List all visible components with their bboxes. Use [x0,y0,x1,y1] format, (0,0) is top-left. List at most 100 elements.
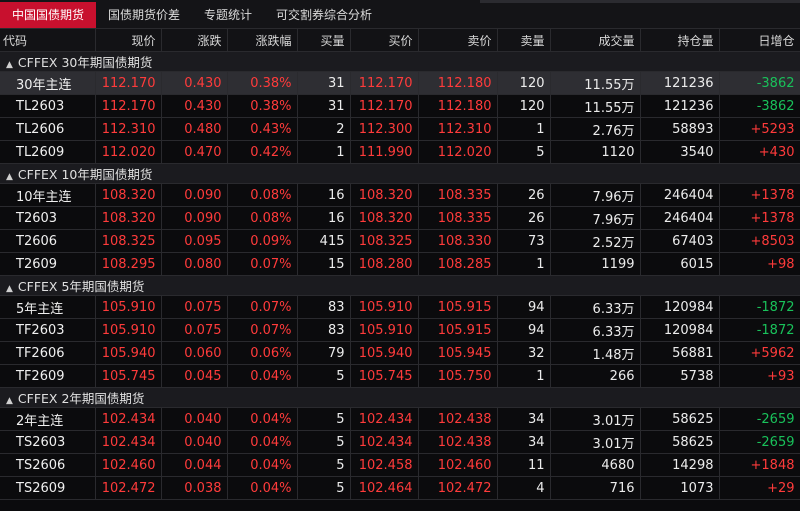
cell-open-interest: 3540 [640,140,720,164]
cell-open-interest: 246404 [640,183,720,207]
caret-up-icon[interactable]: ▲ [6,172,13,182]
cell-bid-volume: 79 [297,341,351,365]
col-header-change-pct[interactable]: 涨跌幅 [227,29,298,52]
cell-change: 0.430 [161,94,228,118]
cell-volume: 4680 [550,453,641,477]
tab-futures-spread[interactable]: 国债期货价差 [96,2,192,28]
col-header-volume[interactable]: 成交量 [550,29,641,52]
cell-change: 0.080 [161,252,228,276]
cell-bid-price: 111.990 [350,140,419,164]
group-title: CFFEX 5年期国债期货 [17,279,145,294]
col-header-oi-change[interactable]: 日增仓 [719,29,800,52]
cell-ask-price: 105.915 [418,318,498,342]
table-row[interactable]: 2年主连 102.434 0.040 0.04% 5 102.434 102.438 34 3.… [0,407,800,431]
cell-change-pct: 0.09% [227,229,298,253]
cell-oi-change: +430 [719,140,800,164]
tab-topic-stats[interactable]: 专题统计 [192,2,264,28]
col-header-price[interactable]: 现价 [95,29,162,52]
table-row[interactable]: T2609 108.295 0.080 0.07% 15 108.280 108.285 1 1… [0,252,800,276]
cell-change-pct: 0.04% [227,364,298,388]
group-header[interactable]: ▲ CFFEX 10年期国债期货 [0,163,800,184]
cell-change: 0.470 [161,140,228,164]
col-header-ask-price[interactable]: 卖价 [418,29,498,52]
cell-bid-volume: 83 [297,295,351,319]
cell-oi-change: +5962 [719,341,800,365]
cell-bid-price: 105.940 [350,341,419,365]
cell-ask-price: 105.750 [418,364,498,388]
cell-open-interest: 58625 [640,407,720,431]
table-row[interactable]: 5年主连 105.910 0.075 0.07% 83 105.910 105.915 94 6… [0,295,800,319]
cell-code: T2609 [0,252,96,276]
cell-bid-volume: 5 [297,453,351,477]
cell-price: 108.295 [95,252,162,276]
cell-volume: 1120 [550,140,641,164]
table-row[interactable]: T2603 108.320 0.090 0.08% 16 108.320 108.335 26… [0,206,800,230]
cell-price: 112.170 [95,94,162,118]
cell-code: TS2606 [0,453,96,477]
table-row[interactable]: T2606 108.325 0.095 0.09% 415 108.325 108.330 7… [0,229,800,253]
cell-ask-price: 108.335 [418,183,498,207]
cell-price: 112.310 [95,117,162,141]
table-row[interactable]: TF2606 105.940 0.060 0.06% 79 105.940 105.945 3… [0,341,800,365]
cell-bid-volume: 83 [297,318,351,342]
cell-change: 0.044 [161,453,228,477]
table-row[interactable]: 10年主连 108.320 0.090 0.08% 16 108.320 108.335 26… [0,183,800,207]
col-header-bid-price[interactable]: 买价 [350,29,419,52]
group-header[interactable]: ▲ CFFEX 30年期国债期货 [0,51,800,72]
cell-code: 10年主连 [0,183,96,207]
col-header-change[interactable]: 涨跌 [161,29,228,52]
caret-up-icon[interactable]: ▲ [6,60,13,70]
tab-deliverable-bond-analysis[interactable]: 可交割券综合分析 [264,2,384,28]
cell-ask-volume: 34 [497,407,551,431]
cell-ask-volume: 120 [497,71,551,95]
table-row[interactable]: TL2603 112.170 0.430 0.38% 31 112.170 112.180 1… [0,94,800,118]
cell-change: 0.075 [161,318,228,342]
col-header-code[interactable]: 代码 [0,29,96,52]
cell-oi-change: +93 [719,364,800,388]
table-row[interactable]: 30年主连 112.170 0.430 0.38% 31 112.170 112.180 12… [0,71,800,95]
cell-ask-volume: 11 [497,453,551,477]
col-header-bid-volume[interactable]: 买量 [297,29,351,52]
group-header-cell: ▲ CFFEX 2年期国债期货 [0,387,800,408]
cell-price: 112.170 [95,71,162,95]
group-header-cell: ▲ CFFEX 10年期国债期货 [0,163,800,184]
col-header-ask-volume[interactable]: 卖量 [497,29,551,52]
table-row[interactable]: TL2609 112.020 0.470 0.42% 1 111.990 112.020 5 1… [0,140,800,164]
cell-code: TL2606 [0,117,96,141]
table-row[interactable]: TS2603 102.434 0.040 0.04% 5 102.434 102.438 34… [0,430,800,454]
cell-oi-change: +1848 [719,453,800,477]
cell-volume: 7.96万 [550,206,641,230]
col-header-open-interest[interactable]: 持仓量 [640,29,720,52]
caret-up-icon[interactable]: ▲ [6,396,13,406]
cell-open-interest: 121236 [640,71,720,95]
table-row[interactable]: TS2609 102.472 0.038 0.04% 5 102.464 102.472 4 7… [0,476,800,500]
table-row[interactable]: TF2603 105.910 0.075 0.07% 83 105.910 105.915 9… [0,318,800,342]
group-header[interactable]: ▲ CFFEX 5年期国债期货 [0,275,800,296]
group-header[interactable]: ▲ CFFEX 2年期国债期货 [0,387,800,408]
cell-change: 0.480 [161,117,228,141]
table-row[interactable]: TS2606 102.460 0.044 0.04% 5 102.458 102.460 11… [0,453,800,477]
quote-table: 代码 现价 涨跌 涨跌幅 买量 买价 卖价 卖量 成交量 持仓量 日增仓 ▲ CF… [0,29,800,500]
cell-code: TF2609 [0,364,96,388]
cell-price: 105.745 [95,364,162,388]
cell-bid-price: 102.458 [350,453,419,477]
cell-bid-volume: 5 [297,364,351,388]
cell-oi-change: -2659 [719,430,800,454]
cell-open-interest: 120984 [640,295,720,319]
caret-up-icon[interactable]: ▲ [6,284,13,294]
cell-price: 105.910 [95,318,162,342]
cell-oi-change: +1378 [719,206,800,230]
cell-bid-volume: 5 [297,430,351,454]
cell-code: 30年主连 [0,71,96,95]
cell-volume: 1199 [550,252,641,276]
cell-volume: 6.33万 [550,295,641,319]
cell-volume: 716 [550,476,641,500]
cell-ask-price: 108.335 [418,206,498,230]
table-row[interactable]: TL2606 112.310 0.480 0.43% 2 112.300 112.310 1 2… [0,117,800,141]
cell-bid-volume: 31 [297,94,351,118]
cell-change-pct: 0.04% [227,407,298,431]
table-row[interactable]: TF2609 105.745 0.045 0.04% 5 105.745 105.750 1 2… [0,364,800,388]
cell-bid-price: 108.325 [350,229,419,253]
cell-change-pct: 0.38% [227,71,298,95]
tab-treasury-futures[interactable]: 中国国债期货 [0,2,97,28]
